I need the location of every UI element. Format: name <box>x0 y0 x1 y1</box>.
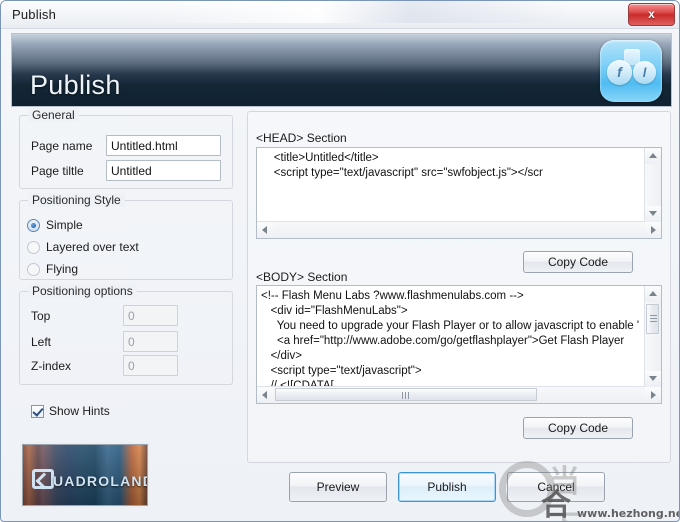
left-label: Left <box>31 335 52 349</box>
body-horizontal-scrollbar[interactable] <box>257 386 661 403</box>
radio-layered-over-text-label: Layered over text <box>46 240 139 254</box>
show-hints-label: Show Hints <box>49 404 110 418</box>
body-horizontal-scroll-thumb[interactable] <box>275 388 537 401</box>
page-title-input[interactable] <box>106 160 221 181</box>
title-bar-sheen <box>151 1 571 23</box>
top-label: Top <box>31 309 51 323</box>
chevron-left-icon <box>262 391 267 399</box>
positioning-style-legend: Positioning Style <box>28 193 125 207</box>
head-section-label: <HEAD> Section <box>256 131 347 145</box>
chevron-down-icon <box>649 376 657 381</box>
publish-dialog-window: Publish x Publish f l General Page name … <box>0 0 680 522</box>
body-section-code-area[interactable]: <!-- Flash Menu Labs ?www.flashmenulabs.… <box>256 285 662 404</box>
body-vertical-scrollbar[interactable] <box>644 286 661 387</box>
top-input[interactable] <box>123 305 178 326</box>
app-logo-icon: f l <box>600 40 662 102</box>
cancel-button[interactable]: Cancel <box>507 472 605 502</box>
chevron-up-icon <box>649 153 657 158</box>
app-logo-circle-l: l <box>633 61 656 84</box>
body-scroll-right-button[interactable] <box>645 387 661 403</box>
watermark-url: www.hezhong.net <box>577 507 680 520</box>
scroll-thumb-grip <box>402 392 410 399</box>
z-index-input[interactable] <box>123 355 178 376</box>
head-scroll-down-button[interactable] <box>645 206 661 222</box>
page-name-input[interactable] <box>106 135 221 156</box>
radio-flying-indicator <box>27 263 40 276</box>
radio-layered-over-text[interactable]: Layered over text <box>27 240 207 257</box>
radio-simple[interactable]: Simple <box>27 218 207 235</box>
z-index-label: Z-index <box>31 359 72 373</box>
chevron-right-icon <box>651 226 656 234</box>
body-section-label: <BODY> Section <box>256 270 348 284</box>
body-scroll-up-button[interactable] <box>645 286 661 302</box>
head-horizontal-scrollbar[interactable] <box>257 221 661 238</box>
chevron-left-icon <box>262 226 267 234</box>
show-hints-check-indicator <box>31 405 44 418</box>
head-vertical-scrollbar[interactable] <box>644 148 661 222</box>
head-section-code-area[interactable]: <title>Untitled</title> <script type="te… <box>256 147 662 239</box>
show-hints-checkbox[interactable]: Show Hints <box>31 404 151 420</box>
head-scroll-left-button[interactable] <box>257 222 273 238</box>
general-group-legend: General <box>28 108 79 122</box>
close-icon: x <box>648 7 655 21</box>
banner-title: Publish <box>30 70 121 100</box>
copy-code-head-button[interactable]: Copy Code <box>523 251 633 273</box>
head-scroll-up-button[interactable] <box>645 148 661 164</box>
chevron-up-icon <box>649 291 657 296</box>
radio-simple-label: Simple <box>46 218 83 232</box>
body-vertical-scroll-thumb[interactable] <box>646 304 659 334</box>
radio-flying[interactable]: Flying <box>27 262 207 279</box>
publish-button[interactable]: Publish <box>398 472 496 502</box>
preview-button[interactable]: Preview <box>289 472 387 502</box>
radio-layered-over-text-indicator <box>27 241 40 254</box>
positioning-options-legend: Positioning options <box>28 284 137 298</box>
title-bar: Publish x <box>1 1 679 29</box>
copy-code-body-button[interactable]: Copy Code <box>523 417 633 439</box>
head-scroll-right-button[interactable] <box>645 222 661 238</box>
close-button[interactable]: x <box>628 3 675 26</box>
quadroland-logo-thumbnail: UADROLAND <box>22 444 148 506</box>
radio-flying-label: Flying <box>46 262 79 276</box>
head-section-code: <title>Untitled</title> <script type="te… <box>273 152 543 179</box>
page-title-label: Page tiltle <box>31 164 84 178</box>
app-logo-circle-f: f <box>607 60 632 85</box>
radio-simple-indicator <box>27 219 40 232</box>
quadroland-mark-icon <box>32 469 54 489</box>
body-scroll-left-button[interactable] <box>257 387 273 403</box>
body-section-code: <!-- Flash Menu Labs ?www.flashmenulabs.… <box>261 290 640 392</box>
body-scroll-down-button[interactable] <box>645 371 661 387</box>
logo-wordmark: UADROLAND <box>53 473 148 489</box>
left-input[interactable] <box>123 331 178 352</box>
scroll-thumb-grip <box>650 315 657 323</box>
chevron-down-icon <box>649 211 657 216</box>
page-name-label: Page name <box>31 139 93 153</box>
window-title: Publish <box>12 7 57 22</box>
header-banner: Publish f l <box>11 33 672 107</box>
chevron-right-icon <box>651 391 656 399</box>
